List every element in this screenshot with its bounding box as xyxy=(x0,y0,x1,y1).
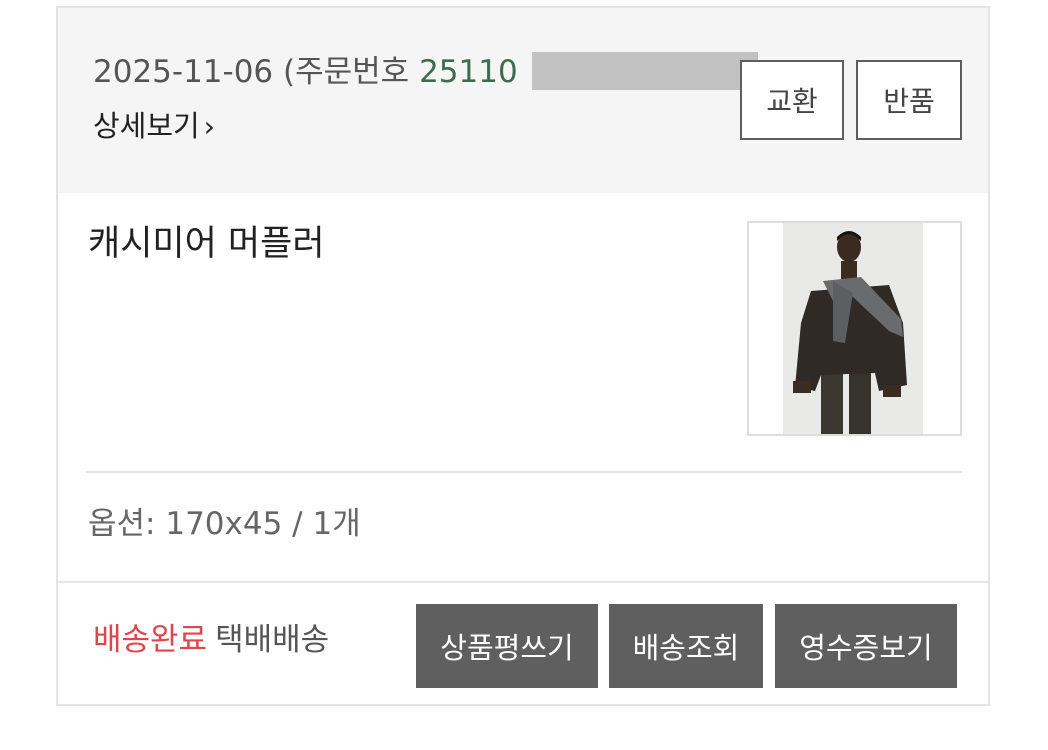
order-detail-link[interactable]: 상세보기 › xyxy=(93,106,215,147)
option-prefix: 옵션: xyxy=(88,506,166,542)
write-review-button[interactable]: 상품평쓰기 xyxy=(416,604,598,688)
product-thumbnail[interactable] xyxy=(747,221,962,436)
track-delivery-button[interactable]: 배송조회 xyxy=(609,604,763,688)
order-number: 25110 xyxy=(419,54,518,90)
exchange-button[interactable]: 교환 xyxy=(740,60,844,140)
order-detail-label: 상세보기 xyxy=(93,109,200,143)
order-info-line: 2025-11-06 (주문번호 25110 xyxy=(93,52,518,92)
product-name[interactable]: 캐시미어 머플러 xyxy=(88,222,325,266)
return-button[interactable]: 반품 xyxy=(856,60,962,140)
section-divider xyxy=(86,471,962,473)
order-header: 2025-11-06 (주문번호 25110 상세보기 › 교환 반품 xyxy=(58,8,988,193)
footer-divider xyxy=(58,581,988,583)
order-date: 2025-11-06 xyxy=(93,54,274,90)
option-info: 옵션: 170x45 / 1개 xyxy=(88,504,361,544)
view-receipt-button[interactable]: 영수증보기 xyxy=(775,604,957,688)
redacted-order-number xyxy=(532,52,758,90)
order-number-prefix: (주문번호 xyxy=(283,54,420,90)
shipping-status: 배송완료 택배배송 xyxy=(93,620,329,660)
shipping-method-label: 택배배송 xyxy=(215,622,330,658)
option-separator: / xyxy=(282,506,313,542)
product-photo-icon xyxy=(749,223,960,434)
option-quantity: 1개 xyxy=(312,506,361,542)
chevron-right-icon: › xyxy=(203,110,215,143)
order-card: 2025-11-06 (주문번호 25110 상세보기 › 교환 반품 캐시미어 … xyxy=(56,6,990,706)
option-value: 170x45 xyxy=(165,506,283,542)
shipping-status-label: 배송완료 xyxy=(93,622,208,658)
